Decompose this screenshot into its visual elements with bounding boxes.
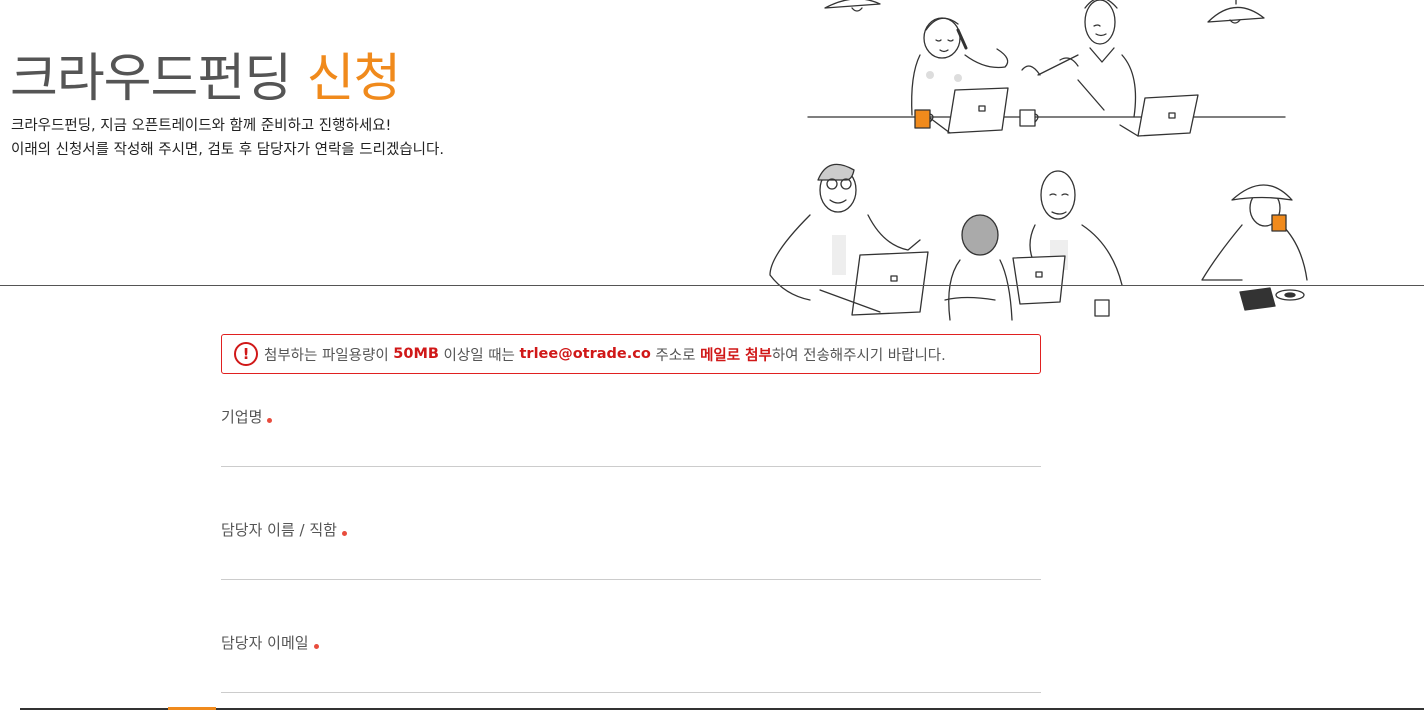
manager-name-field: 담당자 이름 / 직함 — [221, 519, 1041, 580]
notice-text-4: 하여 전송해주시기 바랍니다. — [771, 347, 946, 364]
intro-line-2: 이래의 신청서를 작성해 주시면, 검토 후 담당자가 연락을 드리겠습니다. — [11, 142, 444, 158]
intro-text: 크라우드펀딩, 지금 오픈트레이드와 함께 준비하고 진행하세요! 이래의 신청… — [11, 114, 444, 162]
manager-email-label: 담당자 이메일 — [221, 634, 309, 652]
page-title-main: 크라우드펀딩 — [10, 49, 292, 109]
bottom-divider — [20, 708, 1424, 710]
notice-text-3: 주소로 — [650, 347, 701, 364]
required-dot — [313, 644, 319, 649]
company-name-label: 기업명 — [221, 408, 263, 426]
bottom-accent-bar — [168, 707, 216, 710]
notice-action: 메일로 첨부 — [700, 347, 772, 364]
intro-line-1: 크라우드펀딩, 지금 오픈트레이드와 함께 준비하고 진행하세요! — [11, 118, 392, 134]
notice-email: trlee@otrade.co — [519, 346, 651, 362]
required-dot — [267, 418, 273, 423]
required-dot — [341, 531, 347, 536]
manager-name-input[interactable] — [221, 552, 1041, 580]
office-people-illustration — [769, 0, 1308, 321]
notice-text-1: 첨부하는 파일용량이 — [264, 347, 394, 364]
page-title-accent: 신청 — [306, 49, 402, 109]
hero-divider — [0, 285, 1424, 286]
company-name-input[interactable] — [221, 439, 1041, 467]
notice-size: 50MB — [393, 346, 439, 362]
page-title: 크라우드펀딩 신청 — [10, 36, 402, 111]
manager-email-field: 담당자 이메일 — [221, 632, 1041, 693]
warning-icon: ! — [234, 342, 258, 366]
file-size-notice: ! 첨부하는 파일용량이 50MB 이상일 때는 trlee@otrade.co… — [221, 334, 1041, 374]
notice-text-2: 이상일 때는 — [438, 347, 520, 364]
manager-email-input[interactable] — [221, 665, 1041, 693]
manager-name-label: 담당자 이름 / 직함 — [221, 521, 337, 539]
company-name-field: 기업명 — [221, 406, 1041, 467]
